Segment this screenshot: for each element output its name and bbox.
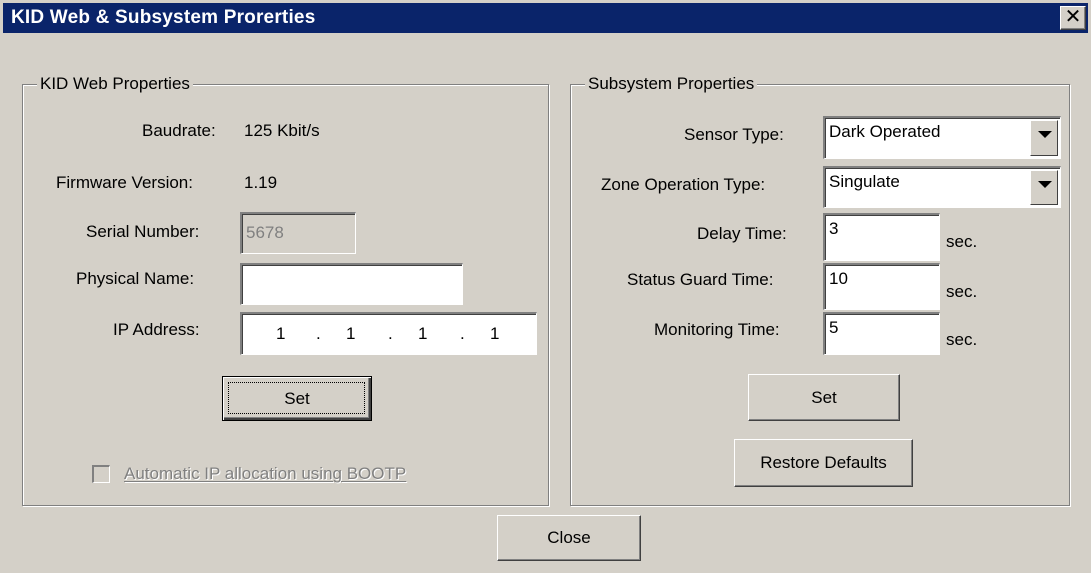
ip-separator-2: . <box>388 324 393 343</box>
bootp-checkbox <box>92 465 110 483</box>
zone-operation-select[interactable]: Singulate <box>823 166 1061 208</box>
baudrate-value: 125 Kbit/s <box>244 121 320 140</box>
kidweb-legend: KID Web Properties <box>37 74 193 94</box>
delay-time-input[interactable]: 3 <box>823 213 940 261</box>
ip-octet-2[interactable]: 1 <box>346 324 355 344</box>
status-guard-label: Status Guard Time: <box>627 270 774 289</box>
ip-octet-4[interactable]: 1 <box>490 324 499 344</box>
title-bar: KID Web & Subsystem Prorerties ✕ <box>3 3 1088 33</box>
ip-separator-1: . <box>316 324 321 343</box>
ip-address-input[interactable]: 1 . 1 . 1 . 1 <box>240 312 537 355</box>
chevron-down-icon[interactable] <box>1030 120 1058 156</box>
monitoring-time-input[interactable]: 5 <box>823 312 940 355</box>
status-guard-input[interactable]: 10 <box>823 263 940 310</box>
sensor-type-label: Sensor Type: <box>684 125 784 144</box>
status-guard-unit: sec. <box>946 282 978 301</box>
subsystem-legend: Subsystem Properties <box>585 74 758 94</box>
restore-defaults-button[interactable]: Restore Defaults <box>734 439 913 487</box>
kidweb-set-button[interactable]: Set <box>222 376 372 421</box>
sensor-type-select[interactable]: Dark Operated <box>823 116 1061 159</box>
close-button[interactable]: Close <box>497 515 641 561</box>
monitoring-time-unit: sec. <box>946 330 978 349</box>
firmware-label: Firmware Version: <box>56 173 193 192</box>
window-title: KID Web & Subsystem Prorerties <box>11 7 316 28</box>
subsystem-set-button[interactable]: Set <box>748 374 900 421</box>
physical-name-input[interactable] <box>240 263 463 305</box>
bootp-label: Automatic IP allocation using BOOTP <box>124 464 407 483</box>
ip-separator-3: . <box>460 324 465 343</box>
sensor-type-value: Dark Operated <box>829 122 941 141</box>
physical-name-label: Physical Name: <box>76 269 195 288</box>
focus-rect <box>228 382 365 414</box>
zone-operation-value: Singulate <box>829 172 900 191</box>
properties-dialog: KID Web & Subsystem Prorerties ✕ KID Web… <box>0 0 1091 573</box>
close-icon[interactable]: ✕ <box>1060 6 1086 30</box>
delay-time-unit: sec. <box>946 232 978 251</box>
delay-time-label: Delay Time: <box>697 224 787 243</box>
ip-address-label: IP Address: <box>113 320 200 339</box>
ip-octet-1[interactable]: 1 <box>276 324 285 344</box>
firmware-value: 1.19 <box>244 173 278 192</box>
baudrate-label: Baudrate: <box>142 121 216 140</box>
serial-number-field: 5678 <box>240 212 356 254</box>
monitoring-time-label: Monitoring Time: <box>654 320 780 339</box>
ip-octet-3[interactable]: 1 <box>418 324 427 344</box>
zone-operation-label: Zone Operation Type: <box>601 175 766 194</box>
chevron-down-icon[interactable] <box>1030 170 1058 205</box>
serial-number-label: Serial Number: <box>86 222 200 241</box>
